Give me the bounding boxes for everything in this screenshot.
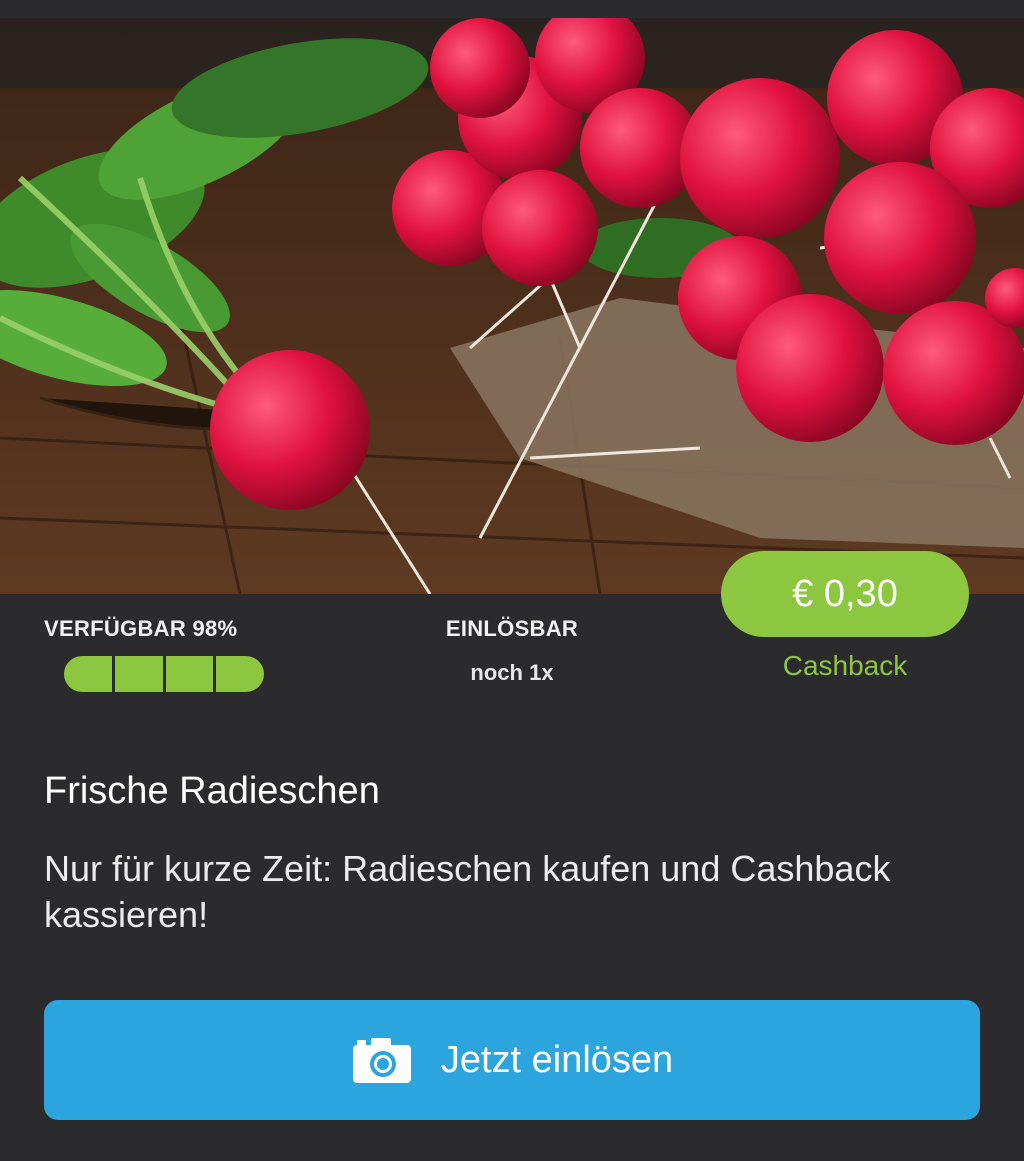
camera-icon — [351, 1035, 413, 1085]
redeem-now-button[interactable]: Jetzt einlösen — [44, 1000, 980, 1120]
redeemable-label: EINLÖSBAR — [445, 616, 579, 641]
offer-card: VERFÜGBAR 98% EINLÖSBAR noch 1x € 0,30 C… — [0, 0, 1024, 1161]
cashback-label: Cashback — [782, 650, 908, 681]
availability-label: VERFÜGBAR 98% — [44, 616, 238, 641]
availability-stat: VERFÜGBAR 98% — [44, 616, 304, 692]
offer-title: Frische Radieschen — [44, 770, 380, 812]
offer-description: Nur für kurze Zeit: Radieschen kaufen un… — [44, 848, 891, 935]
redeemable-count: noch 1x — [470, 660, 554, 685]
redeemable-stat: EINLÖSBAR noch 1x — [392, 616, 632, 686]
availability-bar-segment — [64, 656, 112, 692]
cashback-price: € 0,30 — [792, 572, 898, 615]
cashback-price-badge: € 0,30 — [721, 551, 969, 637]
availability-bar-segment — [165, 656, 214, 692]
availability-bar — [64, 656, 264, 692]
availability-bar-segment — [114, 656, 163, 692]
product-image — [0, 18, 1024, 594]
redeem-now-label: Jetzt einlösen — [440, 1038, 674, 1081]
availability-bar-segment — [216, 656, 264, 692]
